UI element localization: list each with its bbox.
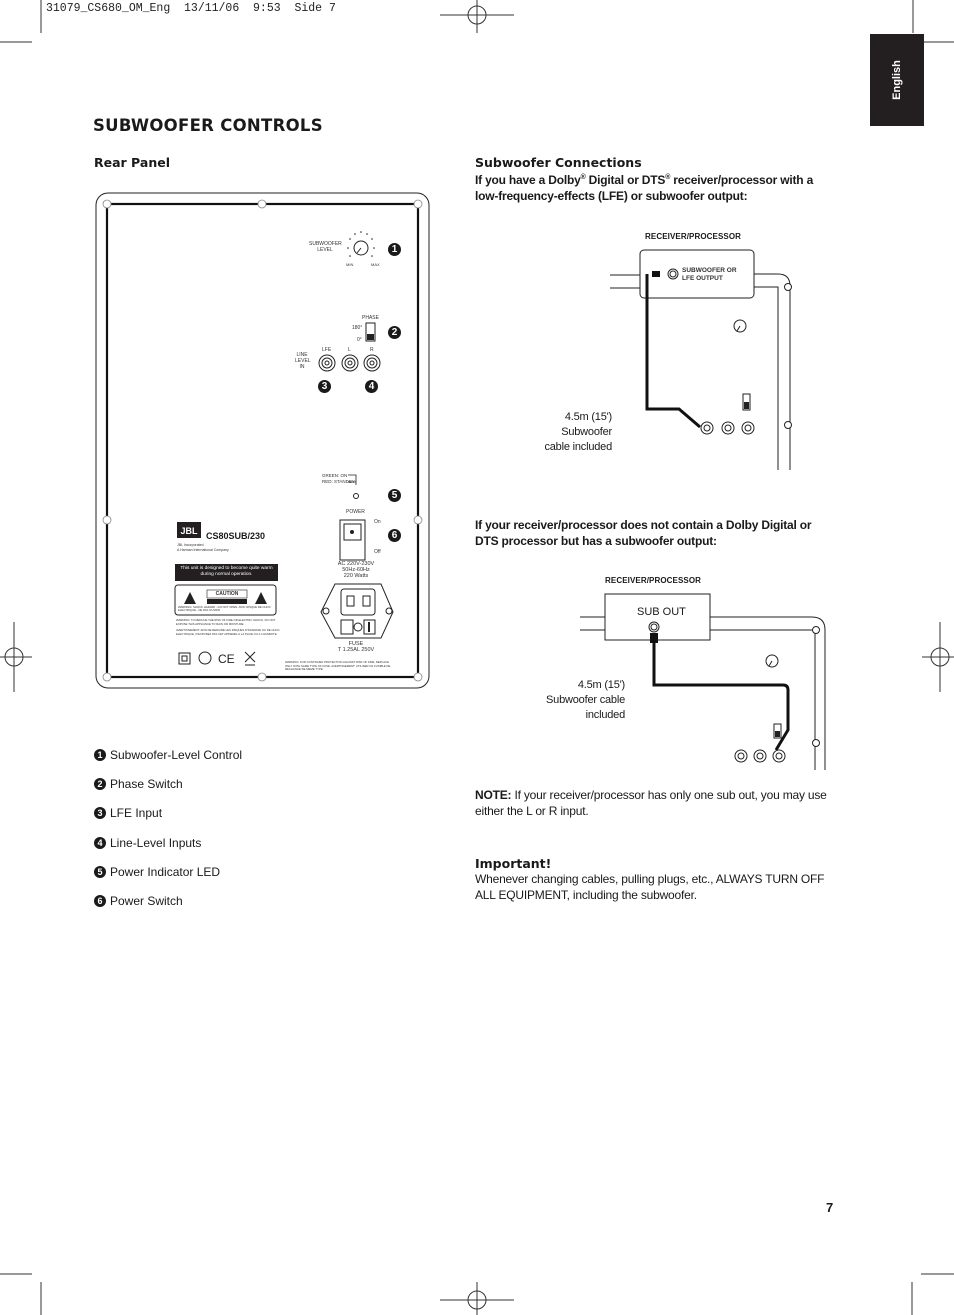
note-paragraph: NOTE: If your receiver/processor has onl… <box>475 787 835 819</box>
legend-label: Phase Switch <box>110 777 183 791</box>
diagram2-cable-line1: 4.5m (15') <box>577 679 625 691</box>
panel-warning-line: WARNING: SHOCK HAZARD - DO NOT OPEN. AVI… <box>178 605 271 612</box>
legend-item: 3 LFE Input <box>94 806 162 820</box>
svg-text:JBL: JBL <box>180 526 198 536</box>
lfe-intro-part-b: Digital or DTS <box>585 173 666 187</box>
panel-phase-0: 0° <box>357 337 362 343</box>
legend-item: 4 Line-Level Inputs <box>94 836 201 850</box>
legend-label: Line-Level Inputs <box>110 836 202 850</box>
diagram2-sub-out-label: SUB OUT <box>637 606 686 618</box>
subout-intro-text: If your receiver/processor does not cont… <box>475 518 812 548</box>
legend-number: 5 <box>94 866 106 878</box>
panel-avertissement: AVERTISSEMENT: AFIN DE REDUIRE LES RISQU… <box>176 628 280 636</box>
panel-off-label: Off <box>374 549 381 555</box>
callout-6: 6 <box>388 529 401 542</box>
rear-panel-heading: Rear Panel <box>94 155 170 170</box>
panel-power-label: POWER <box>346 509 365 515</box>
note-text: If your receiver/processor has only one … <box>475 788 827 818</box>
diagram2-cable-line2: Subwoofer cable <box>546 694 625 706</box>
callout-1: 1 <box>388 243 401 256</box>
connections-heading: Subwoofer Connections <box>475 155 642 170</box>
callout-5: 5 <box>388 489 401 502</box>
panel-l-label: L <box>348 347 351 353</box>
svg-text:CE: CE <box>218 652 235 666</box>
lfe-intro-text: If you have a Dolby® Digital or DTS® rec… <box>475 170 820 204</box>
language-tab-label: English <box>891 60 903 100</box>
panel-caution-label: CAUTION <box>215 591 239 597</box>
legend-number: 1 <box>94 749 106 761</box>
page-number: 7 <box>826 1200 834 1215</box>
callout-4: 4 <box>365 380 378 393</box>
legend-number: 6 <box>94 895 106 907</box>
panel-ac-line3: 220 Watts <box>343 573 369 579</box>
panel-led-red-label: RED: STANDBY <box>322 479 355 484</box>
panel-max-label: MAX <box>371 262 380 267</box>
diagram1-cable-line1: 4.5m (15') <box>564 411 612 423</box>
panel-subwoofer-level-label: SUBWOOFER LEVEL <box>309 241 342 253</box>
panel-line-level-in-label: LINE LEVEL IN <box>295 352 311 370</box>
panel-model-label: CS80SUB/230 <box>206 531 266 541</box>
language-tab: English <box>870 34 924 126</box>
callout-2: 2 <box>388 326 401 339</box>
diagram1-output-label-1: SUBWOOFER OR <box>682 267 737 274</box>
legend-number: 2 <box>94 778 106 790</box>
page-title: SUBWOOFER CONTROLS <box>93 116 323 135</box>
diagram1-cable-line3: cable included <box>544 441 612 453</box>
panel-warning-fire: WARNING: TO REDUCE THE RISK OF FIRE OR E… <box>176 618 276 626</box>
panel-min-label: MIN <box>346 262 354 267</box>
panel-company-line2: A Harman International Company <box>177 548 229 552</box>
legend-item: 5 Power Indicator LED <box>94 865 220 879</box>
panel-phase-180: 180° <box>352 325 363 331</box>
diagram2-receiver-label: RECEIVER/PROCESSOR <box>605 576 702 585</box>
callout-3: 3 <box>318 380 331 393</box>
panel-r-label: R <box>370 347 374 353</box>
diagram2-cable-line3: included <box>585 709 626 721</box>
rear-panel-diagram: JBL CE SUBWOOFER LEVEL MIN MAX 1 PHASE 1… <box>95 192 430 689</box>
legend-label: Power Indicator LED <box>110 865 221 879</box>
legend-item: 1 Subwoofer-Level Control <box>94 748 242 762</box>
note-label: NOTE: <box>475 788 512 802</box>
legend-item: 2 Phase Switch <box>94 777 183 791</box>
legend-item: 6 Power Switch <box>94 894 183 908</box>
panel-fuse-warning: WARNING: FOR CONTINUED PROTECTION AGAINS… <box>285 660 391 671</box>
important-heading: Important! <box>475 856 552 871</box>
panel-on-label: On <box>374 519 381 525</box>
legend-number: 4 <box>94 837 106 849</box>
lfe-intro-part-a: If you have a Dolby <box>475 173 581 187</box>
panel-warm-notice: This unit is designed to become quite wa… <box>180 566 273 577</box>
legend-label: Power Switch <box>110 894 183 908</box>
panel-fuse-line2: T 1.25AL 250V <box>337 647 375 653</box>
diagram2-cable-callout: 4.5m (15') Subwoofer cable included <box>530 678 625 723</box>
legend-label: LFE Input <box>110 806 163 820</box>
panel-phase-label: PHASE <box>362 315 379 321</box>
diagram1-cable-callout: 4.5m (15') Subwoofer cable included <box>520 410 612 455</box>
panel-lfe-label: LFE <box>322 347 332 353</box>
legend-label: Subwoofer-Level Control <box>110 748 243 762</box>
diagram1-output-label-2: LFE OUTPUT <box>682 275 723 282</box>
legend-number: 3 <box>94 807 106 819</box>
diagram1-cable-line2: Subwoofer <box>561 426 612 438</box>
important-text: Whenever changing cables, pulling plugs,… <box>475 872 825 902</box>
